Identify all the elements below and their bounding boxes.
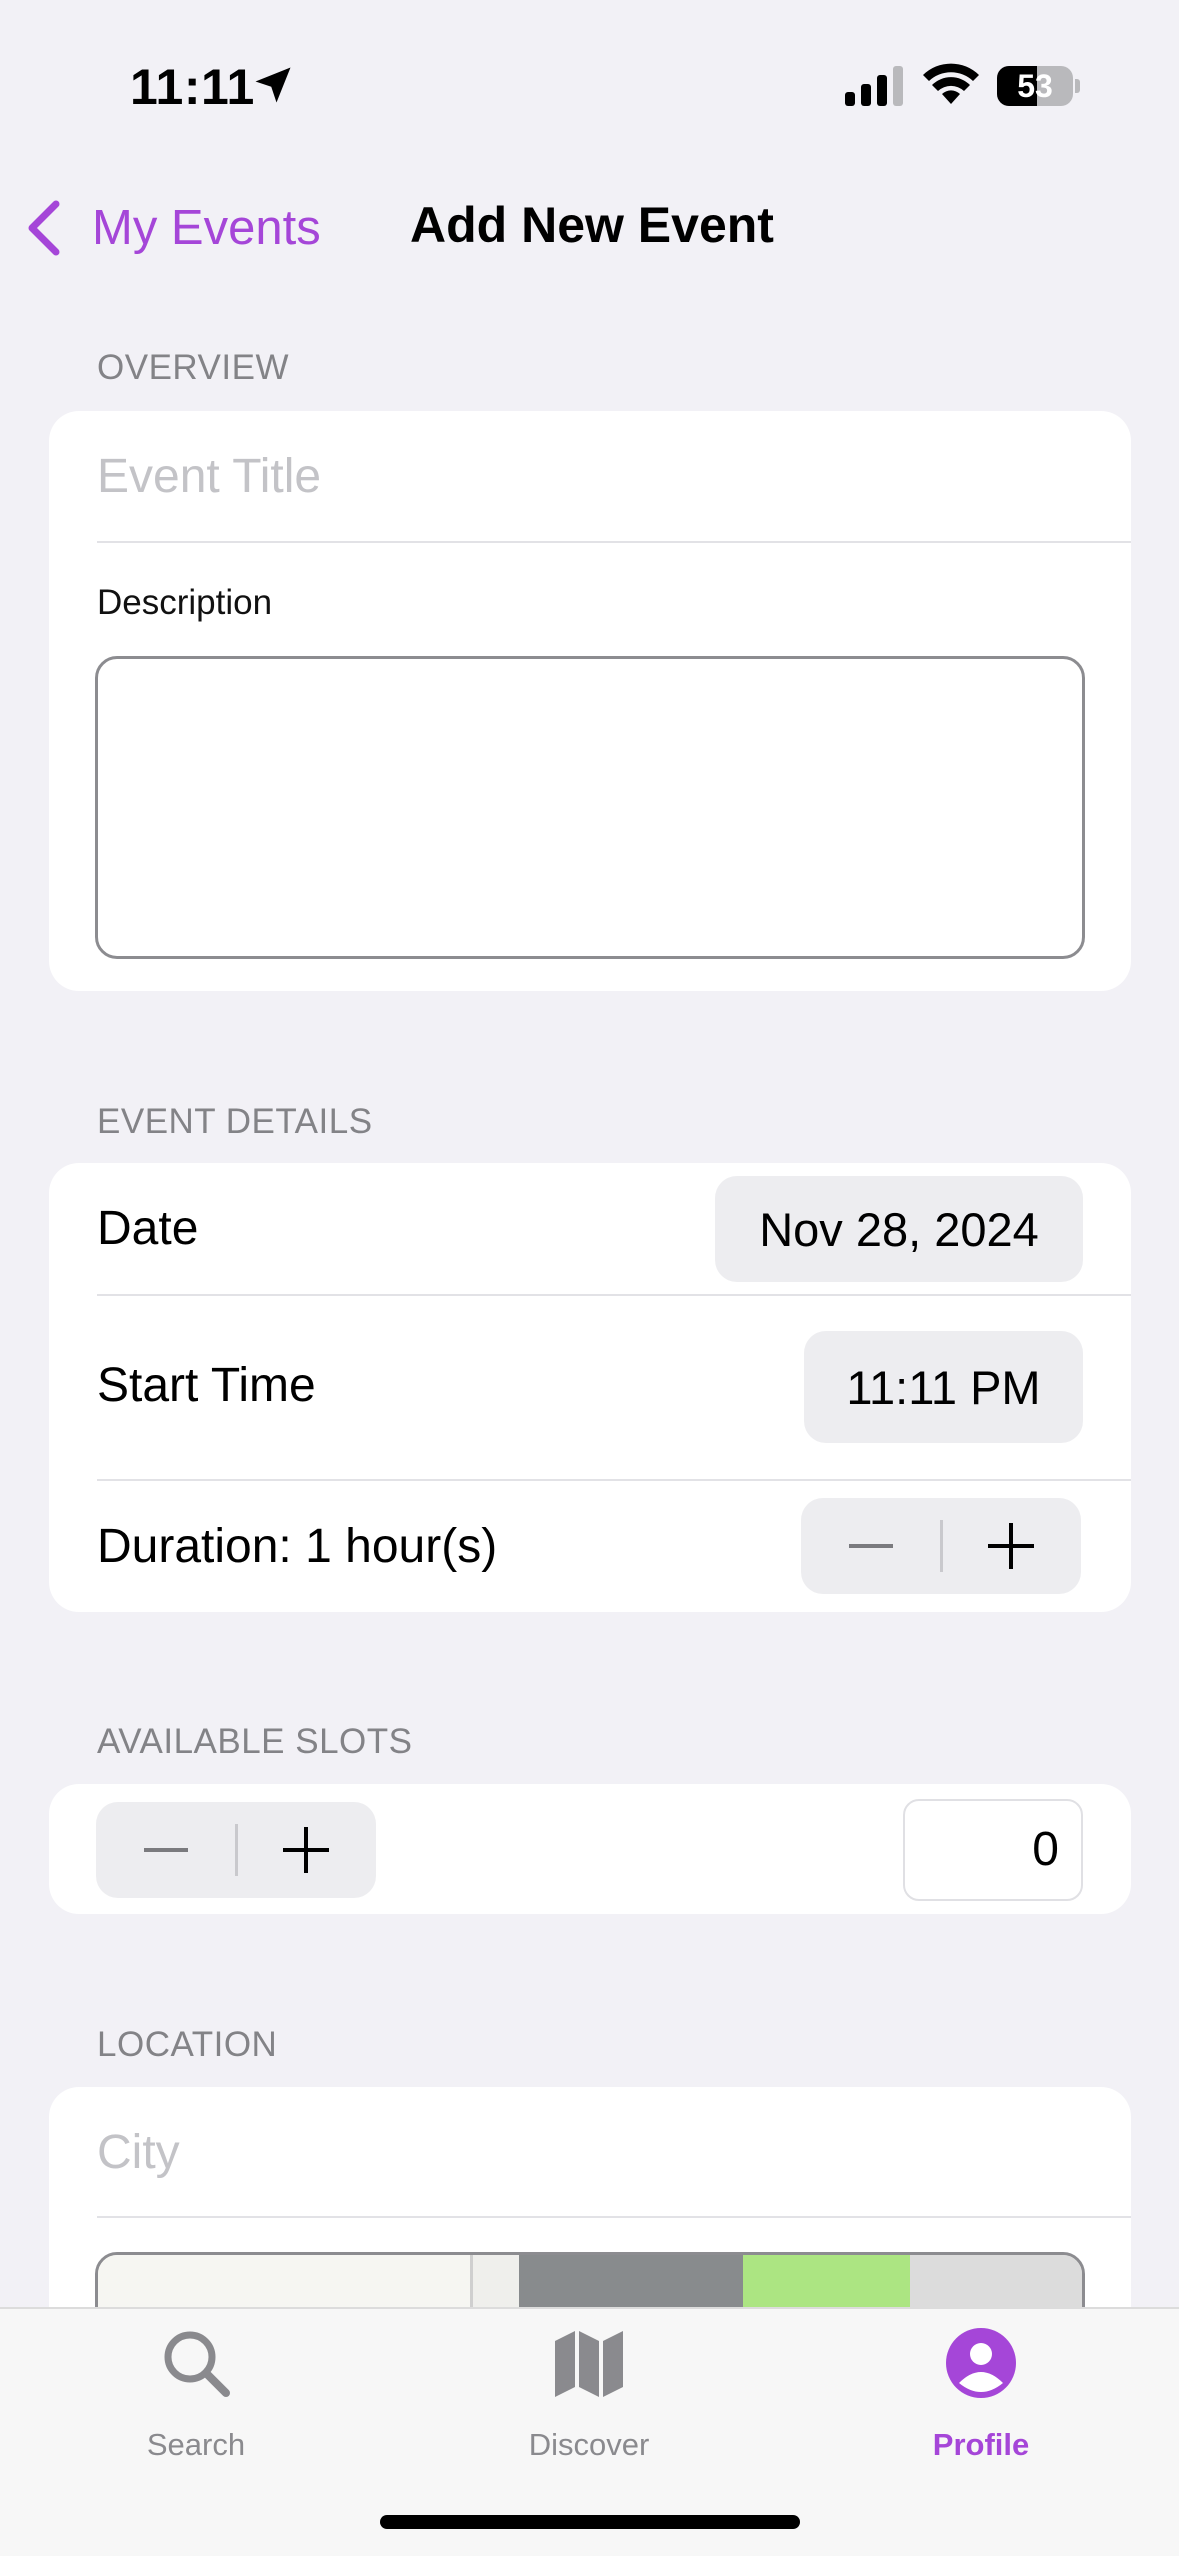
divider <box>97 541 1131 543</box>
section-header-available-slots: AVAILABLE SLOTS <box>97 1722 413 1761</box>
event-details-card: Date Nov 28, 2024 Start Time 11:11 PM Du… <box>49 1163 1131 1612</box>
duration-increment-button[interactable] <box>941 1498 1081 1594</box>
duration-stepper <box>801 1498 1081 1594</box>
back-button[interactable]: My Events <box>22 190 321 266</box>
start-time-picker-button[interactable]: 11:11 PM <box>804 1331 1083 1443</box>
date-label: Date <box>97 1202 199 1255</box>
section-header-event-details: EVENT DETAILS <box>97 1102 373 1141</box>
slots-increment-button[interactable] <box>236 1802 376 1898</box>
status-bar: 11:11 53 <box>0 0 1179 170</box>
cellular-signal-icon <box>845 66 903 106</box>
tab-search[interactable]: Search <box>76 2327 316 2487</box>
minus-icon <box>144 1848 188 1852</box>
plus-icon <box>988 1523 1034 1569</box>
duration-decrement-button[interactable] <box>801 1498 941 1594</box>
search-icon <box>164 2331 230 2397</box>
wifi-icon <box>923 63 979 104</box>
description-text-area[interactable] <box>95 656 1085 959</box>
divider <box>97 2216 1131 2218</box>
battery-level: 53 <box>1017 68 1053 104</box>
overview-card: Event Title Description <box>49 411 1131 991</box>
tab-discover[interactable]: Discover <box>469 2327 709 2487</box>
description-label: Description <box>97 583 273 622</box>
map-icon <box>555 2331 623 2397</box>
start-time-row: Start Time 11:11 PM <box>49 1296 1131 1481</box>
location-arrow-icon <box>255 67 291 103</box>
battery-tip <box>1075 79 1080 93</box>
city-placeholder: City <box>97 2126 180 2179</box>
tab-profile[interactable]: Profile <box>861 2327 1101 2487</box>
tab-label: Profile <box>932 2427 1030 2462</box>
start-time-label: Start Time <box>97 1359 316 1412</box>
page-title: Add New Event <box>410 197 774 253</box>
event-title-field[interactable]: Event Title <box>49 411 1131 543</box>
section-header-location: LOCATION <box>97 2025 278 2064</box>
tab-label: Search <box>146 2427 246 2462</box>
slots-decrement-button[interactable] <box>96 1802 236 1898</box>
event-title-placeholder: Event Title <box>97 450 322 503</box>
date-row: Date Nov 28, 2024 <box>49 1163 1131 1295</box>
plus-icon <box>283 1827 329 1873</box>
profile-icon <box>946 2328 1016 2398</box>
battery-indicator: 53 <box>997 66 1080 106</box>
duration-label: Duration: 1 hour(s) <box>97 1520 498 1573</box>
status-time: 11:11 <box>130 59 255 115</box>
tab-label: Discover <box>528 2427 650 2462</box>
slots-stepper <box>96 1802 376 1898</box>
available-slots-card: 0 <box>49 1784 1131 1914</box>
add-new-event-screen: 11:11 53 My Events Add New Event OVERVIE… <box>0 0 1179 2556</box>
duration-row: Duration: 1 hour(s) <box>49 1481 1131 1612</box>
minus-icon <box>849 1544 893 1548</box>
section-header-overview: OVERVIEW <box>97 348 290 387</box>
city-field[interactable]: City <box>49 2087 1131 2217</box>
back-button-label: My Events <box>92 201 321 255</box>
battery-icon: 53 <box>997 66 1073 106</box>
chevron-left-icon <box>28 200 60 256</box>
date-picker-button[interactable]: Nov 28, 2024 <box>715 1176 1083 1282</box>
home-indicator <box>380 2515 800 2529</box>
slots-value-field[interactable]: 0 <box>903 1799 1083 1901</box>
